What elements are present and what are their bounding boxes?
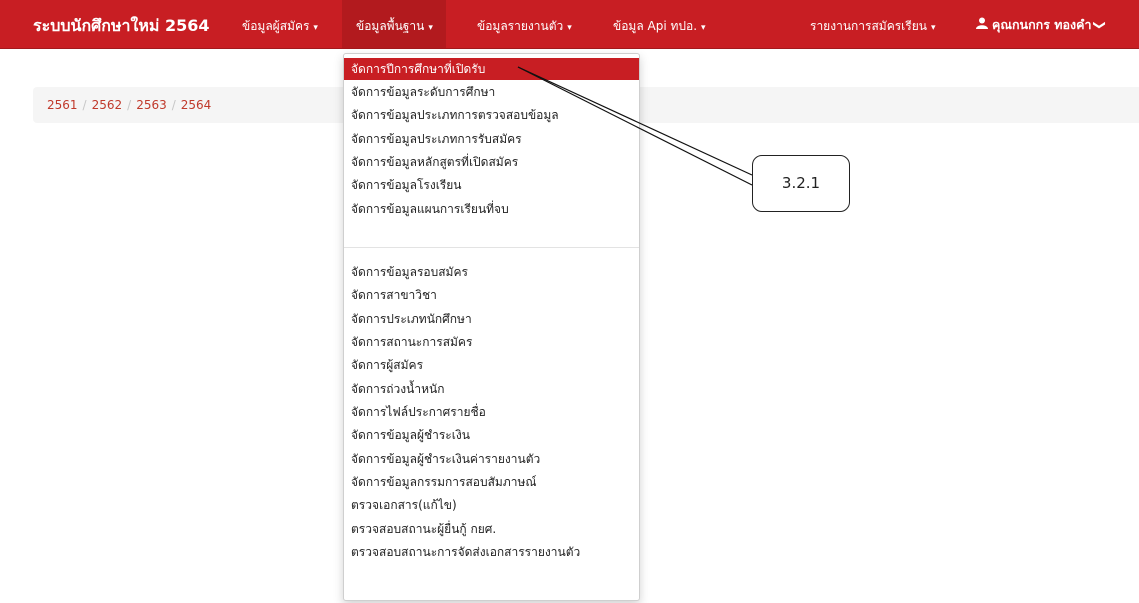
callout-label: 3.2.1 xyxy=(752,155,850,212)
callout-leader-lines xyxy=(517,66,753,186)
